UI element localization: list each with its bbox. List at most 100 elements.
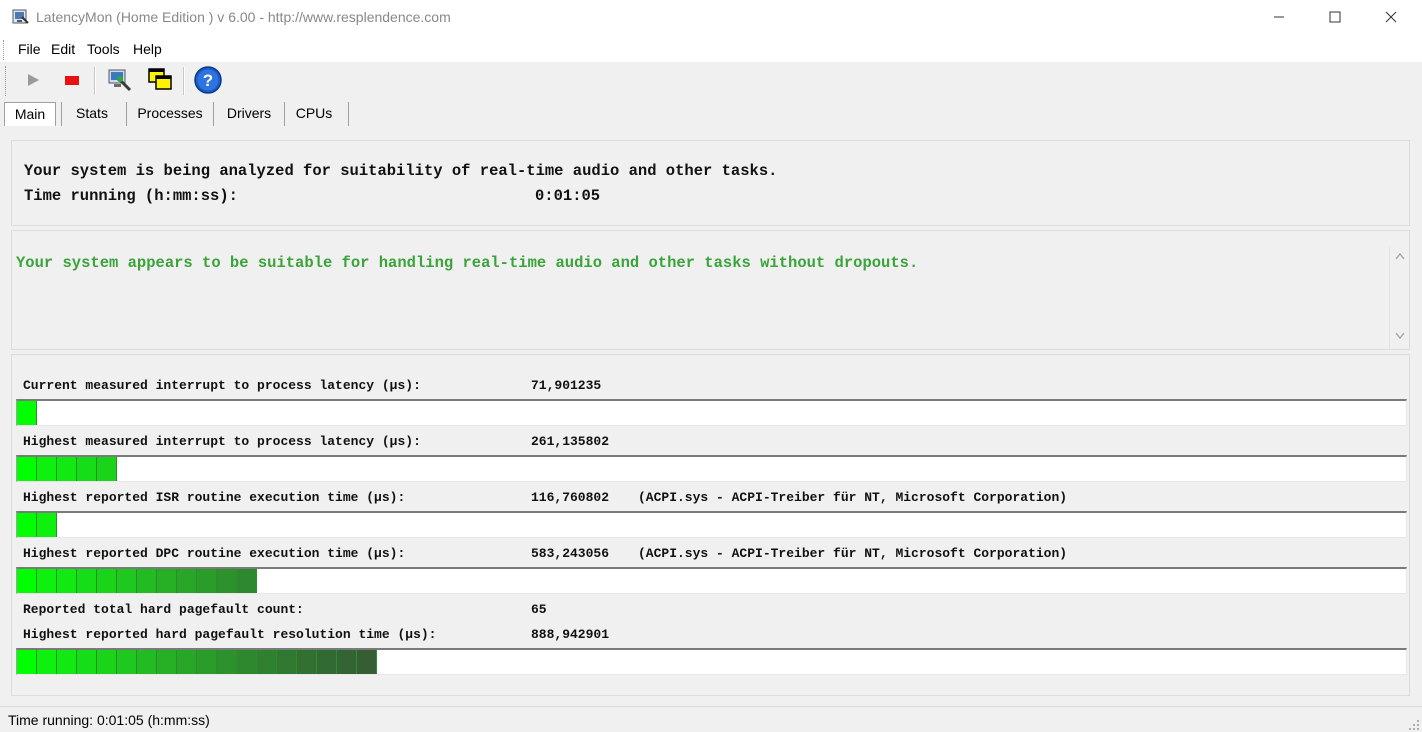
bar-segment <box>357 650 377 674</box>
time-running-value: 0:01:05 <box>535 187 601 205</box>
metric-label: Reported total hard pagefault count: <box>23 602 304 617</box>
title-bar: LatencyMon (Home Edition ) v 6.00 - http… <box>0 0 1422 36</box>
tab-separator <box>126 102 127 126</box>
play-icon <box>25 72 41 91</box>
menu-bar: File Edit Tools Help <box>0 36 1422 62</box>
window-title: LatencyMon (Home Edition ) v 6.00 - http… <box>36 9 451 25</box>
bar-segment <box>217 650 237 674</box>
tab-separator <box>348 102 349 126</box>
bar-segment <box>17 513 37 537</box>
windows-icon <box>146 66 174 97</box>
latency-bar <box>16 455 1407 482</box>
scroll-up-icon[interactable] <box>1395 251 1405 263</box>
stop-button[interactable] <box>57 66 87 96</box>
latency-bar-fill <box>17 569 257 593</box>
tab-cpus[interactable]: CPUs <box>286 100 342 128</box>
bar-segment <box>37 569 57 593</box>
help-icon: ? <box>193 65 223 98</box>
bar-segment <box>157 650 177 674</box>
start-button[interactable] <box>18 66 48 96</box>
metric-value: 583,243056 <box>531 546 610 561</box>
close-button[interactable] <box>1368 0 1414 34</box>
windows-button[interactable] <box>145 66 175 96</box>
metric-label: Highest measured interrupt to process la… <box>23 434 421 449</box>
bar-segment <box>197 569 217 593</box>
toolbar: ? <box>0 62 1422 100</box>
verdict-panel[interactable]: Your system appears to be suitable for h… <box>11 230 1410 350</box>
bar-segment <box>297 650 317 674</box>
resize-grip-icon[interactable] <box>1408 718 1420 730</box>
analysis-message: Your system is being analyzed for suitab… <box>24 162 778 180</box>
bar-segment <box>37 457 57 481</box>
svg-text:?: ? <box>203 71 213 90</box>
tab-processes[interactable]: Processes <box>128 100 212 128</box>
latency-bar-fill <box>17 401 37 425</box>
bar-segment <box>117 569 137 593</box>
stop-icon <box>64 72 80 91</box>
tab-separator <box>284 102 285 126</box>
bar-segment <box>157 569 177 593</box>
bar-segment <box>17 650 37 674</box>
verdict-scrollbar[interactable] <box>1389 247 1409 350</box>
menu-grip <box>3 40 6 60</box>
metric-label: Highest reported DPC routine execution t… <box>23 546 406 561</box>
latency-bar-fill <box>17 457 117 481</box>
status-text: Time running: 0:01:05 (h:mm:ss) <box>8 712 210 728</box>
bar-segment <box>97 457 117 481</box>
bar-segment <box>317 650 337 674</box>
menu-help[interactable]: Help <box>133 41 162 57</box>
bar-segment <box>97 569 117 593</box>
bar-segment <box>37 650 57 674</box>
menu-file[interactable]: File <box>18 41 41 57</box>
bar-segment <box>77 569 97 593</box>
bar-segment <box>17 457 37 481</box>
bar-segment <box>57 650 77 674</box>
metric-extra: (ACPI.sys - ACPI-Treiber für NT, Microso… <box>638 490 1068 505</box>
bar-segment <box>77 457 97 481</box>
metric-label: Current measured interrupt to process la… <box>23 378 421 393</box>
latency-bar-fill <box>17 650 377 674</box>
latency-bar <box>16 399 1407 426</box>
scroll-down-icon[interactable] <box>1395 331 1405 343</box>
bar-segment <box>77 650 97 674</box>
help-button[interactable]: ? <box>193 65 223 98</box>
metric-value: 71,901235 <box>531 378 602 393</box>
bar-segment <box>117 650 137 674</box>
toolbar-separator <box>183 67 185 95</box>
bar-segment <box>177 650 197 674</box>
status-bar: Time running: 0:01:05 (h:mm:ss) <box>0 706 1422 732</box>
tab-stats[interactable]: Stats <box>62 100 122 128</box>
tab-separator <box>213 102 214 126</box>
metric-value: 888,942901 <box>531 627 610 642</box>
computer-settings-button[interactable] <box>105 66 135 96</box>
tab-strip: Main Stats Processes Drivers CPUs <box>0 100 1422 128</box>
bar-segment <box>337 650 357 674</box>
minimize-button[interactable] <box>1256 0 1302 34</box>
computer-settings-icon <box>106 66 134 97</box>
latencymon-app-icon[interactable] <box>12 8 30 26</box>
bar-segment <box>57 569 77 593</box>
bar-segment <box>57 457 77 481</box>
metric-value: 65 <box>531 602 547 617</box>
time-running-label: Time running (h:mm:ss): <box>24 187 238 205</box>
bar-segment <box>17 569 37 593</box>
bar-segment <box>97 650 117 674</box>
metric-extra: (ACPI.sys - ACPI-Treiber für NT, Microso… <box>638 546 1068 561</box>
metric-value: 116,760802 <box>531 490 610 505</box>
bar-segment <box>137 650 157 674</box>
bar-segment <box>197 650 217 674</box>
menu-edit[interactable]: Edit <box>51 41 75 57</box>
bar-segment <box>237 569 257 593</box>
tab-main[interactable]: Main <box>4 102 56 126</box>
menu-tools[interactable]: Tools <box>87 41 120 57</box>
bar-segment <box>257 650 277 674</box>
verdict-message: Your system appears to be suitable for h… <box>16 254 919 272</box>
maximize-button[interactable] <box>1312 0 1358 34</box>
tab-drivers[interactable]: Drivers <box>215 100 283 128</box>
metrics-panel: Current measured interrupt to process la… <box>11 354 1410 696</box>
bar-segment <box>217 569 237 593</box>
metric-label: Highest reported hard pagefault resoluti… <box>23 627 437 642</box>
bar-segment <box>237 650 257 674</box>
bar-segment <box>177 569 197 593</box>
latency-bar-fill <box>17 513 57 537</box>
